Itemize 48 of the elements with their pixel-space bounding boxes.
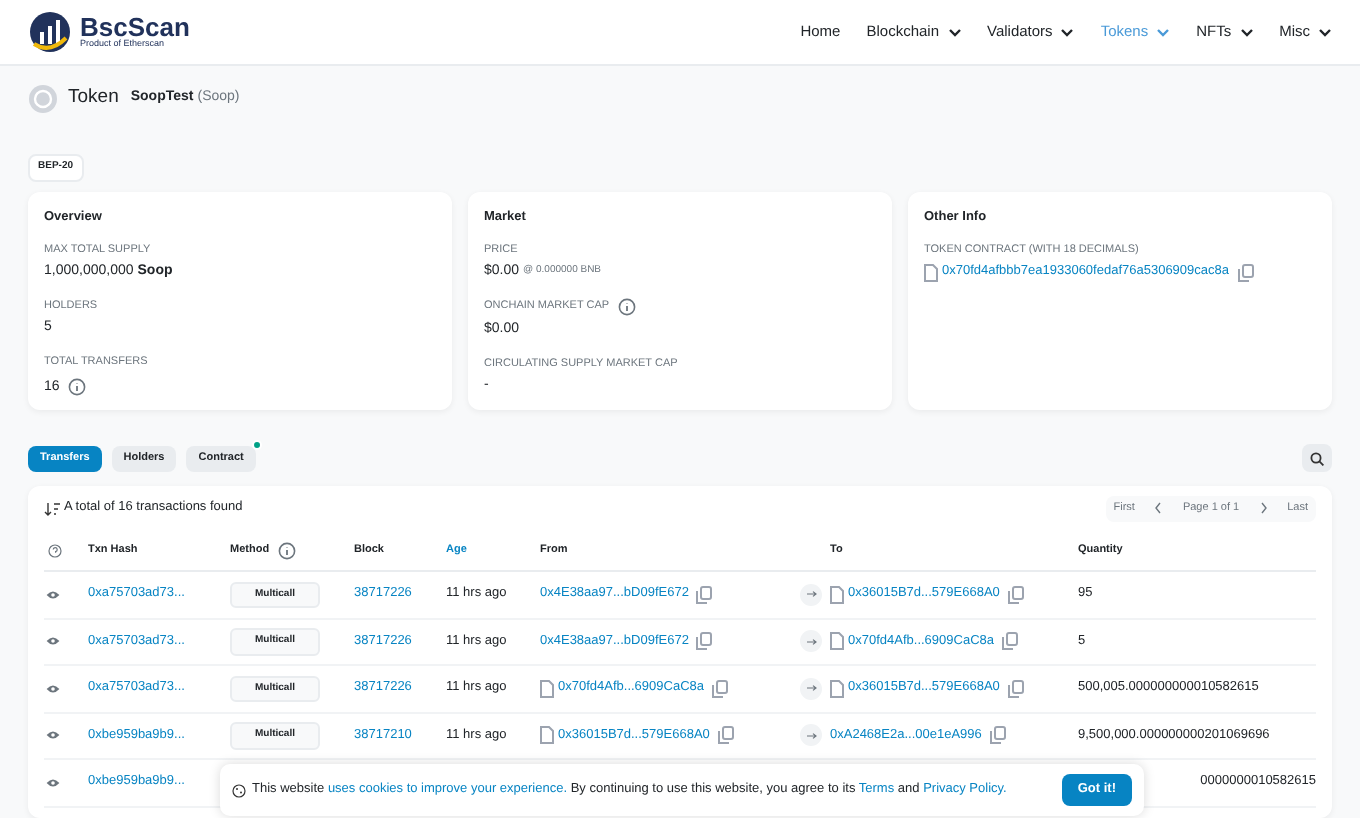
- eye-icon: [45, 730, 59, 741]
- chevron-down-icon: [1060, 27, 1075, 37]
- eye-icon: [45, 636, 59, 647]
- view-details-button[interactable]: [44, 586, 60, 603]
- arrow-right-icon: [805, 731, 817, 740]
- copy-icon: [712, 679, 728, 698]
- document-icon: [830, 632, 844, 651]
- copy-icon: [1002, 632, 1018, 651]
- view-details-button[interactable]: [44, 774, 60, 791]
- view-details-button[interactable]: [44, 633, 60, 650]
- view-details-button[interactable]: [44, 680, 60, 697]
- copy-icon: [989, 726, 1006, 745]
- chevron-down-icon: [947, 27, 962, 37]
- document-icon: [830, 679, 844, 698]
- view-details-button[interactable]: [44, 727, 60, 744]
- eye-icon: [45, 777, 59, 788]
- chevron-down-icon: [1156, 27, 1171, 37]
- arrow-right-icon: [805, 684, 817, 693]
- eye-icon: [45, 683, 59, 694]
- copy-icon: [1237, 264, 1253, 282]
- info-icon: [617, 298, 636, 316]
- chevron-down-icon: [1239, 27, 1254, 37]
- copy-icon: [696, 632, 713, 651]
- document-icon: [540, 726, 554, 745]
- chevron-right-icon: [1259, 502, 1268, 514]
- cookie-icon: [232, 783, 246, 797]
- token-icon: [28, 84, 58, 114]
- logo-icon: [28, 10, 72, 54]
- page-title: Token: [68, 84, 119, 113]
- logo-text: BscScan: [80, 14, 190, 41]
- document-icon: [830, 585, 844, 604]
- chevron-left-icon: [1154, 502, 1163, 514]
- info-icon: [277, 542, 296, 560]
- info-icon: [67, 377, 86, 395]
- copy-icon: [696, 585, 713, 604]
- copy-icon: [1007, 585, 1024, 604]
- chevron-down-icon: [1318, 27, 1332, 37]
- search-button[interactable]: [1302, 444, 1332, 472]
- copy-icon: [717, 726, 734, 745]
- document-icon: [540, 679, 554, 698]
- search-icon: [1310, 451, 1324, 465]
- sort-icon: [44, 501, 60, 515]
- arrow-right-icon: [805, 590, 817, 599]
- eye-icon: [45, 589, 59, 600]
- help-icon: [48, 544, 62, 558]
- document-icon: [924, 264, 938, 282]
- copy-icon: [1007, 679, 1024, 698]
- arrow-right-icon: [805, 637, 817, 646]
